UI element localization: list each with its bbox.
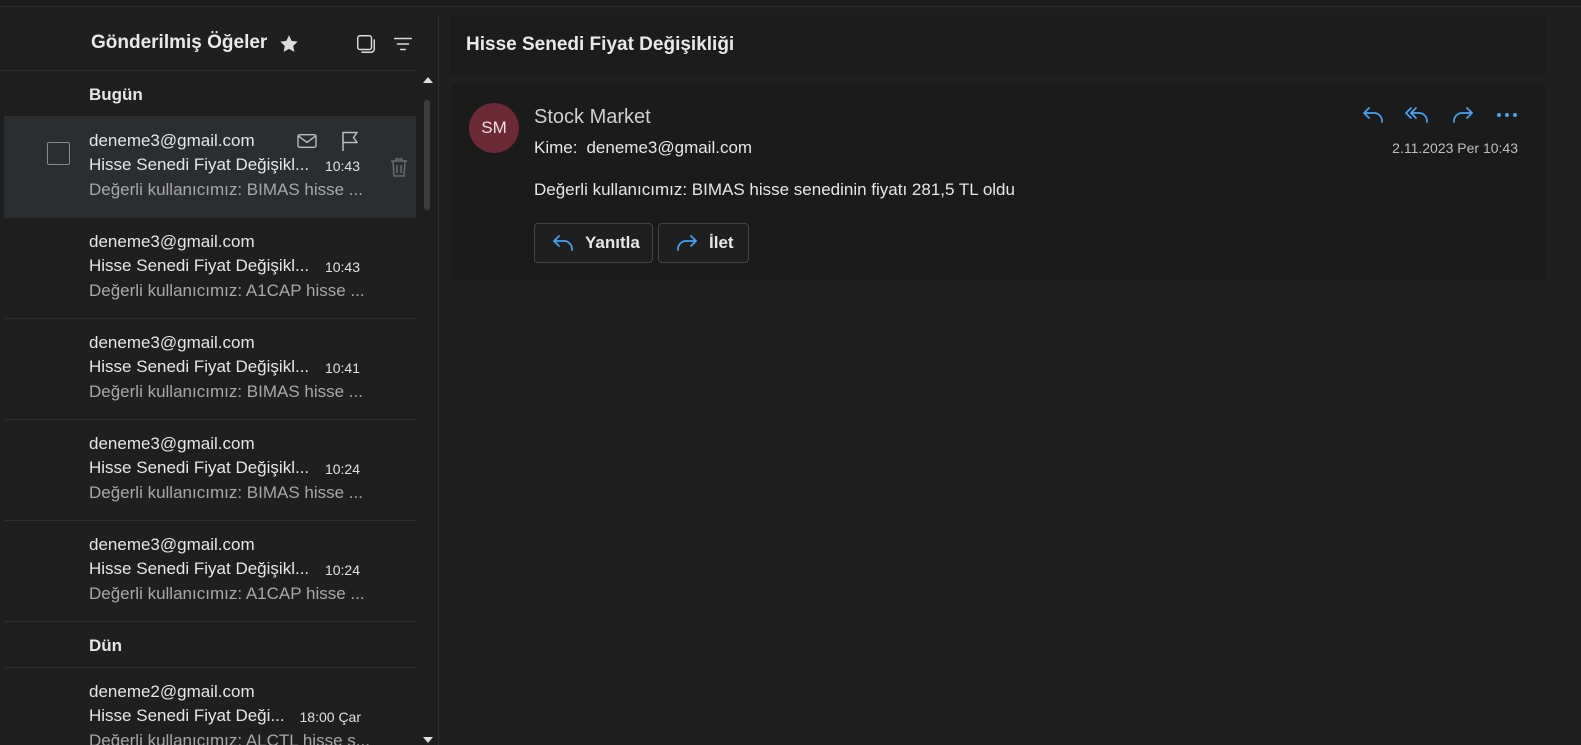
star-icon[interactable] (278, 33, 300, 55)
reply-button[interactable]: Yanıtla (534, 223, 653, 263)
flag-icon[interactable] (338, 129, 362, 153)
message-item[interactable]: deneme3@gmail.com Hisse Senedi Fiyat Değ… (4, 420, 416, 521)
message-sender: deneme3@gmail.com (89, 131, 255, 150)
message-subject: Hisse Senedi Fiyat Deği... (89, 706, 285, 725)
message-sender: deneme2@gmail.com (89, 682, 255, 701)
forward-icon (675, 233, 699, 253)
select-mode-icon[interactable] (355, 33, 377, 55)
forward-button-label: İlet (709, 233, 734, 252)
message-subject: Hisse Senedi Fiyat Değişikl... (89, 256, 310, 275)
reply-button-label: Yanıtla (585, 233, 640, 252)
more-icon[interactable] (1494, 102, 1520, 128)
recipient-address[interactable]: deneme3@gmail.com (586, 138, 752, 157)
recipient-label: Kime: (534, 138, 578, 157)
window-top-edge (0, 0, 1581, 7)
message-checkbox[interactable] (47, 142, 70, 165)
message-sender: deneme3@gmail.com (89, 333, 255, 352)
message-subject: Hisse Senedi Fiyat Değişikl... (89, 155, 310, 174)
scroll-down-arrow[interactable] (423, 737, 433, 743)
message-list-header: Gönderilmiş Öğeler (0, 16, 438, 71)
forward-icon[interactable] (1450, 102, 1476, 128)
message-preview: Değerli kullanıcımız: BIMAS hisse ... (89, 382, 363, 401)
message-item[interactable]: deneme3@gmail.com Hisse Senedi Fiyat Değ… (4, 319, 416, 420)
message-body: Değerli kullanıcımız: BIMAS hisse senedi… (534, 180, 1015, 199)
filter-icon[interactable] (392, 33, 414, 55)
message-time: 10:24 (324, 461, 360, 477)
message-card: SM Stock Market Kime: deneme3@gmail.com 2… (452, 84, 1546, 280)
message-sender: deneme3@gmail.com (89, 434, 255, 453)
message-preview: Değerli kullanıcımız: BIMAS hisse ... (89, 180, 363, 199)
scroll-thumb[interactable] (424, 100, 430, 210)
avatar: SM (469, 103, 519, 153)
message-time: 10:43 (324, 259, 360, 275)
message-subject: Hisse Senedi Fiyat Değişikl... (89, 458, 310, 477)
message-list-pane: Gönderilmiş Öğeler Bugün deneme3@gmail.c… (0, 16, 439, 745)
message-item[interactable]: deneme2@gmail.com Hisse Senedi Fiyat Değ… (4, 668, 416, 745)
message-sender: deneme3@gmail.com (89, 232, 255, 251)
message-list: Bugün deneme3@gmail.com Hisse Senedi Fiy… (4, 71, 416, 745)
message-item[interactable]: deneme3@gmail.com Hisse Senedi Fiyat Değ… (4, 521, 416, 622)
message-time: 10:43 (324, 158, 360, 174)
recipient-line: Kime: deneme3@gmail.com (534, 138, 752, 158)
scroll-up-arrow[interactable] (423, 77, 433, 83)
message-time: 18:00 Çar (299, 709, 361, 725)
message-preview: Değerli kullanıcımız: ALCTL hisse s... (89, 731, 370, 745)
group-header-yesterday: Dün (4, 622, 416, 668)
message-subject: Hisse Senedi Fiyat Değişikl... (89, 559, 310, 578)
reading-subject-title: Hisse Senedi Fiyat Değişikliği (466, 34, 735, 55)
message-list-scrollbar[interactable] (420, 73, 434, 745)
message-sender: deneme3@gmail.com (89, 535, 255, 554)
message-subject: Hisse Senedi Fiyat Değişikl... (89, 357, 310, 376)
message-date: 2.11.2023 Per 10:43 (1392, 140, 1518, 156)
message-preview: Değerli kullanıcımız: BIMAS hisse ... (89, 483, 363, 502)
message-preview: Değerli kullanıcımız: A1CAP hisse ... (89, 584, 365, 603)
reading-pane-header: Hisse Senedi Fiyat Değişikliği (450, 16, 1546, 74)
sender-name[interactable]: Stock Market (534, 106, 651, 129)
message-item[interactable]: deneme3@gmail.com Hisse Senedi Fiyat Değ… (4, 117, 416, 218)
message-preview: Değerli kullanıcımız: A1CAP hisse ... (89, 281, 365, 300)
trash-icon[interactable] (388, 155, 410, 179)
message-time: 10:41 (324, 360, 360, 376)
reply-icon[interactable] (1360, 102, 1386, 128)
group-header-today: Bugün (4, 71, 416, 117)
mail-read-icon[interactable] (295, 129, 319, 153)
reply-all-icon[interactable] (1404, 102, 1430, 128)
folder-title: Gönderilmiş Öğeler (91, 32, 268, 53)
reply-icon (551, 233, 575, 253)
message-time: 10:24 (324, 562, 360, 578)
forward-button[interactable]: İlet (658, 223, 749, 263)
message-item[interactable]: deneme3@gmail.com Hisse Senedi Fiyat Değ… (4, 218, 416, 319)
